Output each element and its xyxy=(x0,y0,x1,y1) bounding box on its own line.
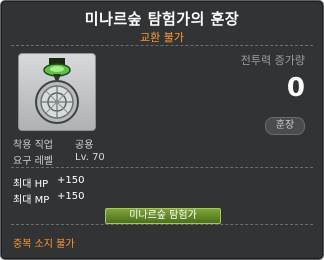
ownership-restriction: 중복 소지 불가 xyxy=(13,239,75,250)
trade-restriction: 교환 불가 xyxy=(140,31,184,44)
medal-icon xyxy=(35,58,79,124)
item-type-badge: 훈장 xyxy=(265,117,305,135)
requirement-value: 공용 xyxy=(75,140,94,151)
stat-label: 최대 MP xyxy=(13,195,50,206)
stat-value: +150 xyxy=(57,175,85,186)
requirement-label: 착용 직업 xyxy=(13,140,53,151)
power-increase-value: 0 xyxy=(286,73,305,103)
power-increase-label: 전투력 증가량 xyxy=(240,54,305,67)
item-title: 미나르숲 탐험가의 훈장 xyxy=(84,10,240,28)
stat-value: +150 xyxy=(57,191,85,202)
item-tooltip: 미나르숲 탐험가의 훈장 교환 불가 전투력 증가량 0 훈장 착용 직업 공용… xyxy=(0,0,324,260)
requirement-label: 요구 레벨 xyxy=(13,156,53,167)
requirement-value: Lv. 70 xyxy=(75,152,105,163)
item-icon-frame xyxy=(18,53,96,131)
divider xyxy=(11,45,313,46)
divider xyxy=(11,224,313,225)
set-name-button[interactable]: 미나르숲 탐험가 xyxy=(105,208,221,224)
stat-label: 최대 HP xyxy=(13,179,49,190)
divider xyxy=(11,167,313,168)
